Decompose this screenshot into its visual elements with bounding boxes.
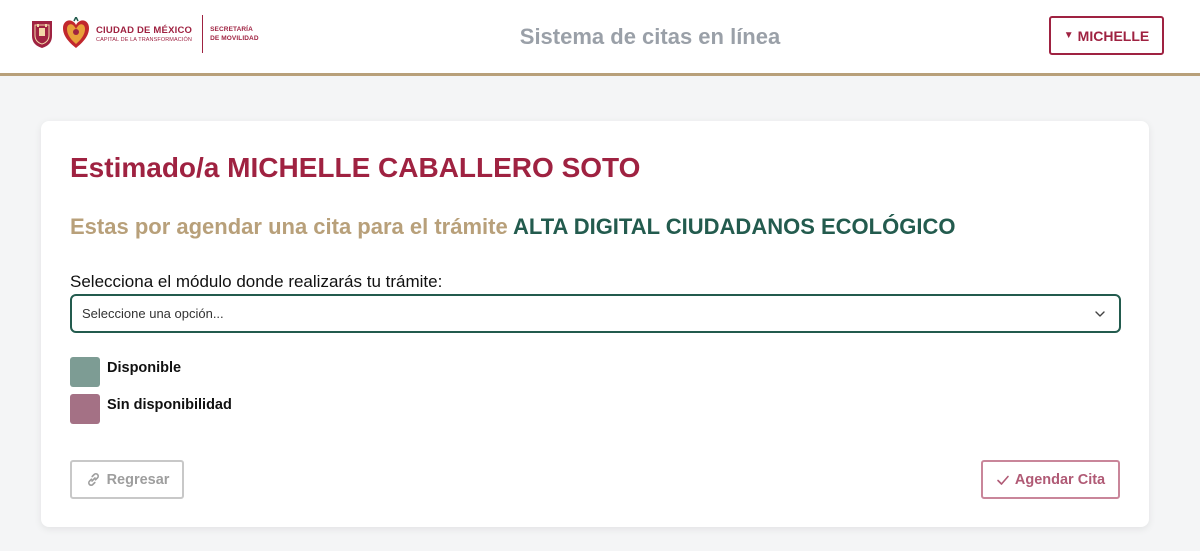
modulo-select[interactable]: Seleccione una opción... <box>70 294 1121 333</box>
appointment-card: Estimado/a MICHELLE CABALLERO SOTO Estas… <box>41 121 1149 527</box>
check-icon <box>996 473 1010 487</box>
greeting-heading: Estimado/a MICHELLE CABALLERO SOTO <box>70 152 641 183</box>
unavailable-swatch <box>70 394 100 424</box>
tramite-name: ALTA DIGITAL CIUDADANOS ECOLÓGICO <box>513 214 956 239</box>
top-header: CIUDAD DE MÉXICO CAPITAL DE LA TRANSFORM… <box>0 0 1200 76</box>
legend-unavailable-label: Sin disponibilidad <box>107 397 232 413</box>
user-menu-label: MICHELLE <box>1077 27 1150 44</box>
tramite-prefix: Estas por agendar una cita para el trámi… <box>70 214 508 239</box>
app-title: Sistema de citas en línea <box>519 24 781 49</box>
user-menu-button[interactable]: ▼ MICHELLE <box>1049 16 1164 55</box>
modulo-label: Selecciona el módulo donde realizarás tu… <box>70 272 443 291</box>
link-icon <box>85 471 102 488</box>
chevron-down-icon <box>1095 311 1105 317</box>
legend-available-label: Disponible <box>107 360 182 376</box>
legend-available: Disponible <box>70 357 181 387</box>
legend-unavailable: Sin disponibilidad <box>70 394 232 424</box>
back-button-label: Regresar <box>106 471 170 488</box>
modulo-select-value: Seleccione una opción... <box>82 306 224 321</box>
schedule-button[interactable]: Agendar Cita <box>981 460 1120 499</box>
schedule-button-label: Agendar Cita <box>1014 471 1106 488</box>
back-button[interactable]: Regresar <box>70 460 184 499</box>
caret-down-icon: ▼ <box>1063 30 1074 41</box>
available-swatch <box>70 357 100 387</box>
tramite-line: Estas por agendar una cita para el trámi… <box>70 214 955 240</box>
